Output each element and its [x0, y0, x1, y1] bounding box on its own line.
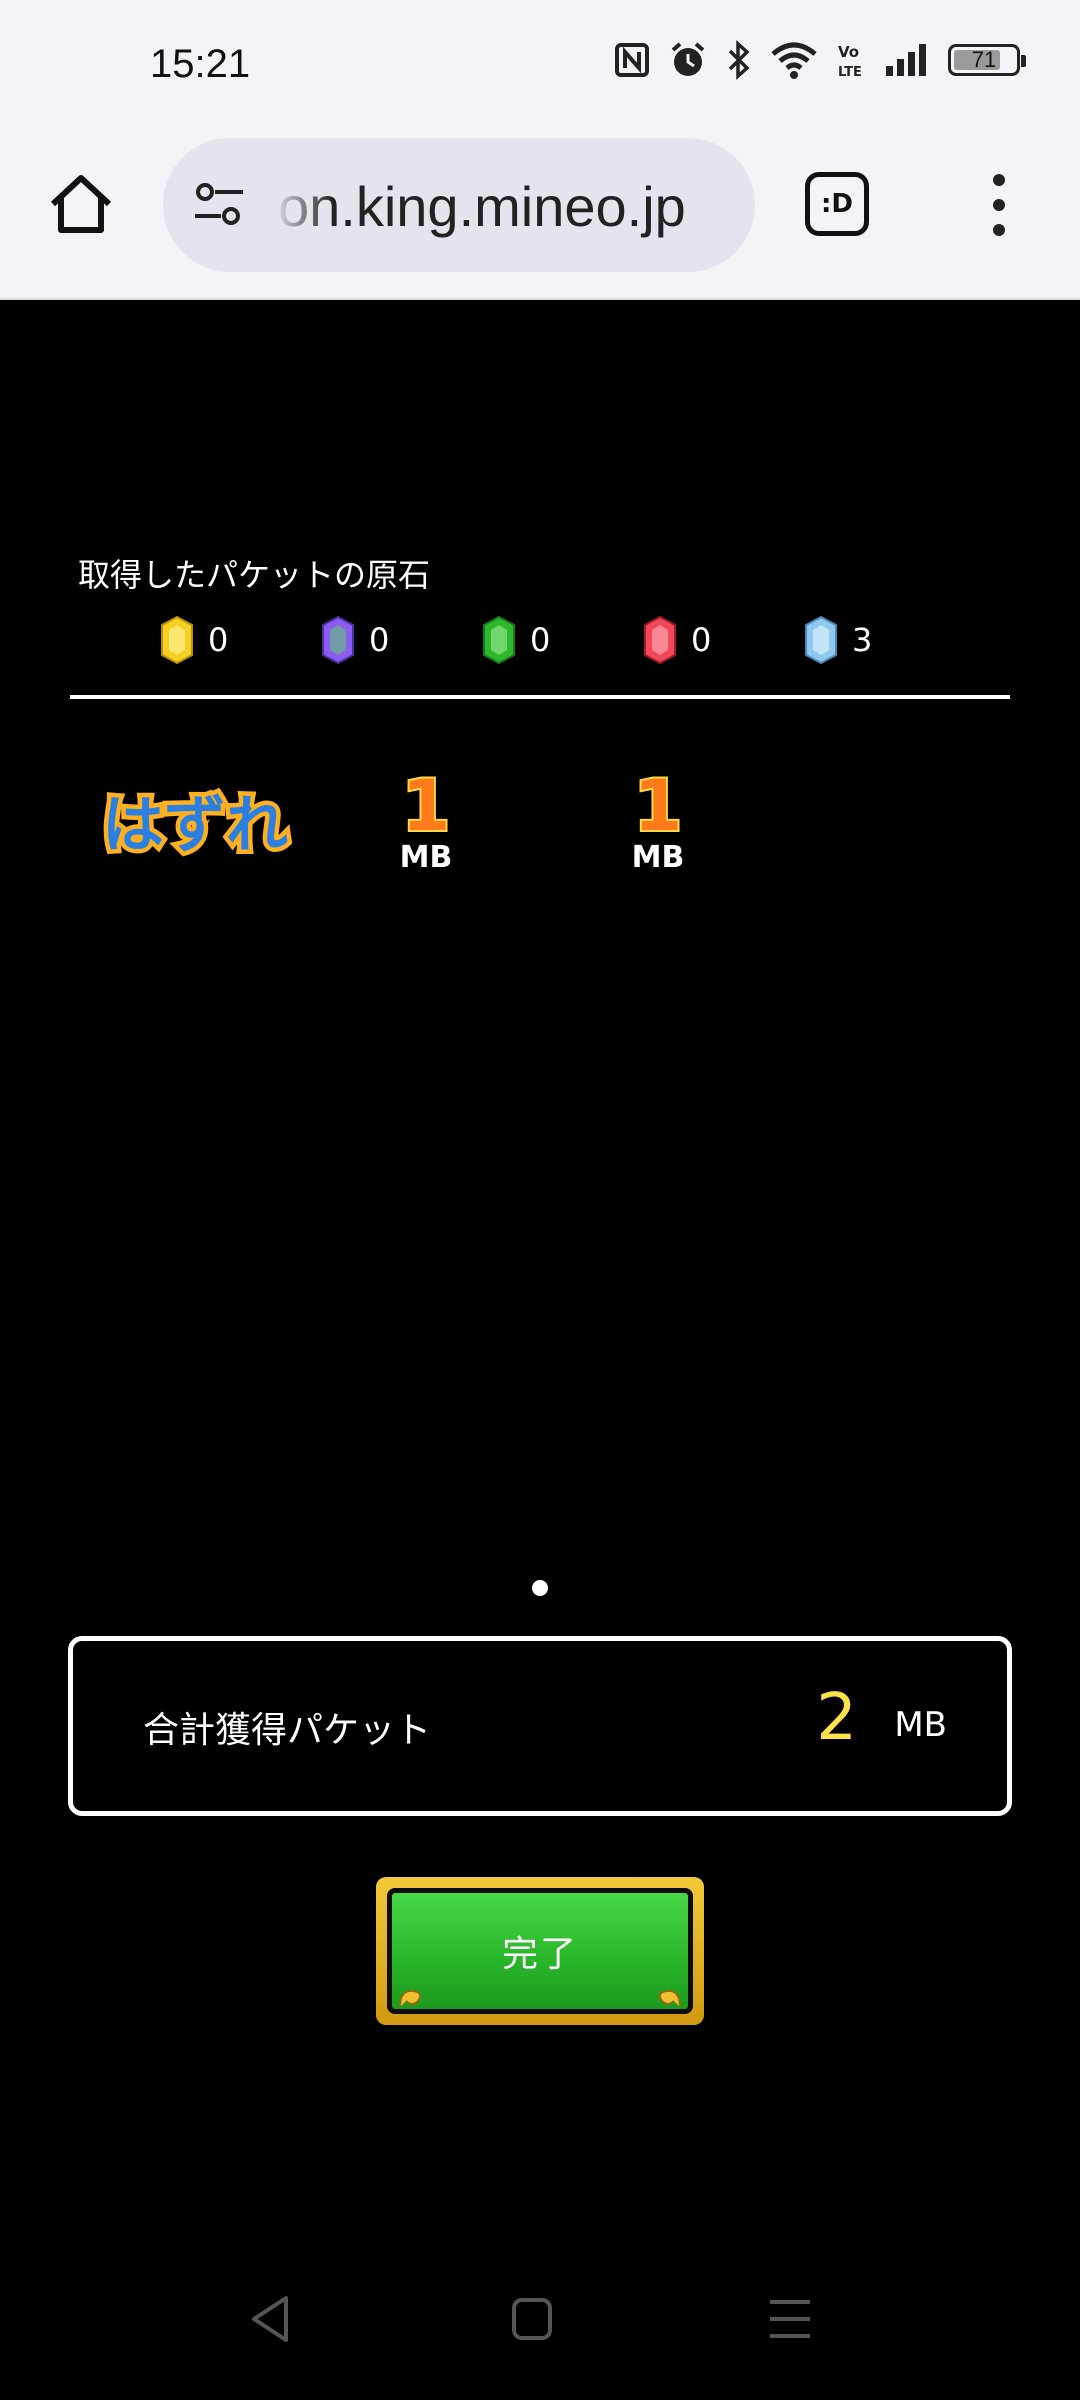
url-text: on.king.mineo.jp [278, 175, 686, 238]
gems-divider [70, 695, 1010, 699]
prize-result: 1 MB [366, 765, 486, 875]
system-nav-bar [0, 2250, 1080, 2400]
prize-result: 1 MB [598, 765, 718, 875]
total-label: 合計獲得パケット [143, 1710, 432, 1751]
gem-red: 0 [643, 615, 804, 665]
gem-blue: 3 [804, 615, 965, 665]
svg-text:Vo: Vo [838, 43, 859, 61]
alarm-icon [671, 42, 705, 76]
browser-toolbar: on.king.mineo.jp :D [0, 128, 1080, 300]
gem-green: 0 [482, 615, 643, 665]
results-row: はずれ 1 MB 1 MB [0, 760, 1080, 900]
gem-purple-count: 0 [369, 621, 390, 659]
blue-gem-icon [805, 615, 837, 665]
gem-blue-count: 3 [852, 621, 873, 659]
prize-unit: MB [631, 840, 685, 875]
prize-value: 1 [632, 765, 685, 847]
battery-icon: 71 [948, 44, 1026, 76]
done-button-face[interactable]: 完了 [387, 1888, 693, 2014]
tab-switcher-icon[interactable]: :D [805, 172, 869, 236]
game-result-screen: 取得したパケットの原石 0 0 0 0 3 はずれ 1 MB 1 MB 合計獲得… [0, 300, 1080, 2250]
more-menu-icon[interactable] [984, 170, 1014, 240]
done-button-label: 完了 [501, 1934, 578, 1975]
miss-label: はずれ [102, 788, 288, 861]
total-packet-box: 合計獲得パケット 2 MB [68, 1636, 1012, 1816]
back-icon[interactable] [248, 2294, 292, 2344]
svg-text:LTE: LTE [838, 65, 862, 80]
prize-unit: MB [399, 840, 453, 875]
status-icons: Vo LTE 71 [614, 40, 1026, 80]
recents-icon[interactable] [768, 2294, 812, 2344]
address-bar[interactable]: on.king.mineo.jp [163, 138, 755, 272]
gem-yellow: 0 [160, 615, 321, 665]
status-time: 15:21 [150, 42, 251, 86]
url-fade [273, 138, 333, 272]
corner-ornament-icon [399, 1989, 422, 2008]
battery-level: 71 [971, 47, 997, 72]
home-icon[interactable] [45, 168, 117, 240]
gem-counts: 0 0 0 0 3 [160, 615, 965, 665]
corner-ornament-icon [658, 1989, 681, 2008]
total-unit: MB [894, 1705, 947, 1745]
miss-result: はずれ [97, 784, 292, 866]
home-square-icon[interactable] [510, 2294, 554, 2344]
prize-value: 1 [400, 765, 453, 847]
gem-yellow-count: 0 [208, 621, 229, 659]
wifi-icon [771, 42, 817, 79]
purple-gem-icon [322, 615, 354, 665]
site-settings-icon[interactable] [191, 180, 247, 230]
gem-red-count: 0 [691, 621, 712, 659]
yellow-gem-icon [161, 615, 193, 665]
green-gem-icon [483, 615, 515, 665]
total-value: 2 [816, 1681, 857, 1755]
done-button[interactable]: 完了 [376, 1877, 704, 2025]
status-bar: 15:21 Vo LTE 71 [0, 0, 1080, 128]
gem-purple: 0 [321, 615, 482, 665]
gem-green-count: 0 [530, 621, 551, 659]
red-gem-icon [644, 615, 676, 665]
signal-icon [886, 44, 926, 76]
bluetooth-icon [728, 40, 750, 80]
volte-icon: Vo LTE [838, 43, 862, 80]
page-indicator-dot [532, 1580, 548, 1596]
gems-title: 取得したパケットの原石 [78, 556, 431, 594]
nfc-icon [615, 43, 649, 77]
